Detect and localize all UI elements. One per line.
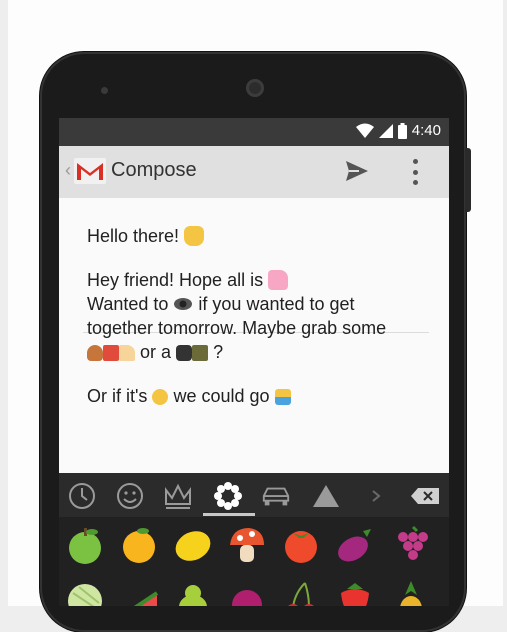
emoji-grid <box>59 517 449 606</box>
back-arrow-icon[interactable]: ‹ <box>65 160 71 181</box>
speaker <box>101 87 108 94</box>
crown-icon[interactable] <box>163 481 193 511</box>
signal-icon <box>378 123 393 138</box>
eggplant-icon[interactable] <box>335 525 375 565</box>
plum-icon[interactable] <box>227 579 267 606</box>
mushroom-icon[interactable] <box>227 525 267 565</box>
grapes-icon[interactable] <box>391 525 431 565</box>
green-apple-icon[interactable] <box>65 525 105 565</box>
status-time: 4:40 <box>411 122 441 139</box>
compose-area[interactable]: Hello there! Hey friend! Hope all is Wan… <box>59 198 449 473</box>
smiley-face-icon <box>152 389 169 405</box>
more-right-icon[interactable] <box>361 481 391 511</box>
subject-text: Hello there! <box>87 226 180 246</box>
flower-icon[interactable] <box>213 481 243 511</box>
pear-icon[interactable] <box>173 579 213 606</box>
active-tab-indicator <box>203 513 255 516</box>
body-text: or a <box>140 342 172 362</box>
screen: 4:40 ‹ Compose Hello there! Hey friend! … <box>59 118 449 606</box>
page-title: Compose <box>111 159 197 181</box>
pineapple-icon[interactable] <box>391 579 431 606</box>
eye-icon <box>174 298 193 310</box>
gmail-logo-icon[interactable] <box>73 156 107 186</box>
triangle-icon[interactable] <box>311 481 341 511</box>
orange-icon[interactable] <box>119 525 159 565</box>
body-line-1: Hey friend! Hope all is <box>87 268 289 292</box>
emoji-tab-bar <box>59 473 449 517</box>
tomato-icon[interactable] <box>281 525 321 565</box>
surfer-icon <box>274 389 291 405</box>
body-line-3: together tomorrow. Maybe grab some <box>87 316 386 340</box>
body-text: ? <box>213 342 224 362</box>
thumbs-up-icon <box>268 270 289 290</box>
app-bar: ‹ Compose <box>59 146 449 199</box>
backspace-icon[interactable] <box>407 481 443 511</box>
movie-camera-icon <box>176 345 193 361</box>
body-text: Or if it's <box>87 386 148 406</box>
recent-clock-icon[interactable] <box>67 481 97 511</box>
fries-icon <box>103 345 119 361</box>
waving-hand-icon <box>184 226 205 246</box>
send-icon[interactable] <box>345 160 369 182</box>
lemon-icon[interactable] <box>173 525 213 565</box>
body-text: if you wanted to get <box>198 294 355 314</box>
body-text: Hey friend! Hope all is <box>87 270 264 290</box>
overflow-menu-icon[interactable] <box>413 159 419 185</box>
clapper-icon <box>192 345 209 361</box>
car-icon[interactable] <box>261 481 291 511</box>
melon-icon[interactable] <box>65 579 105 606</box>
hamburger-icon <box>87 345 103 361</box>
smiley-icon[interactable] <box>115 481 145 511</box>
front-camera <box>246 79 264 97</box>
status-bar: 4:40 <box>59 118 449 146</box>
cherries-icon[interactable] <box>281 579 321 606</box>
body-text: together tomorrow. Maybe grab some <box>87 318 387 338</box>
body-text: Wanted to <box>87 294 169 314</box>
battery-icon <box>397 122 407 139</box>
body-line-4: or a ? <box>87 340 223 364</box>
body-text: we could go <box>173 386 270 406</box>
strawberry-icon[interactable] <box>335 579 375 606</box>
body-line-5: Or if it's we could go <box>87 384 291 408</box>
subject-line[interactable]: Hello there! <box>87 224 205 248</box>
watermelon-icon[interactable] <box>119 579 159 606</box>
power-button <box>465 148 471 212</box>
wifi-icon <box>355 123 374 138</box>
body-line-2: Wanted to if you wanted to get <box>87 292 355 316</box>
cake-icon <box>119 345 135 361</box>
status-icons: 4:40 <box>355 122 441 139</box>
